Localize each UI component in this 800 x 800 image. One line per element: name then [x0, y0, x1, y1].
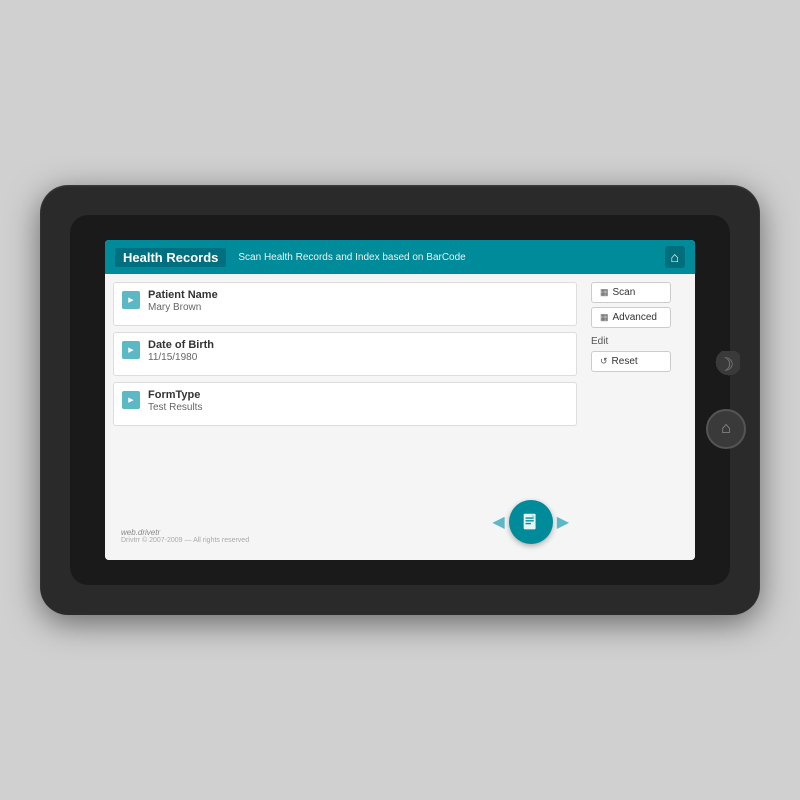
fields-panel: Patient Name Mary Brown Date of Birth 11…	[105, 274, 585, 560]
brand-copyright: web.drivetr Drivtrr © 2007-2009 — All ri…	[121, 528, 249, 544]
advanced-btn-label: Advanced	[613, 312, 657, 323]
advanced-button[interactable]: ▦ Advanced	[591, 307, 671, 328]
formtype-icon	[122, 391, 140, 409]
screen: Health Records Scan Health Records and I…	[105, 240, 695, 560]
patient-name-row[interactable]: Patient Name Mary Brown	[113, 282, 577, 326]
nav-controls: ◀ ▶	[492, 500, 569, 544]
scan-circle-button[interactable]	[509, 500, 553, 544]
advanced-btn-icon: ▦	[600, 312, 609, 323]
home-button[interactable]: ⌂	[706, 409, 746, 449]
scan-btn-label: Scan	[613, 287, 636, 298]
app-header: Health Records Scan Health Records and I…	[105, 240, 695, 274]
formtype-value: Test Results	[148, 402, 568, 413]
edit-section-label: Edit	[591, 336, 689, 347]
patient-name-value: Mary Brown	[148, 302, 568, 313]
copyright-text: Drivtrr © 2007-2009 — All rights reserve…	[121, 537, 249, 544]
scan-document-icon	[520, 511, 542, 533]
app-subtitle: Scan Health Records and Index based on B…	[238, 252, 664, 263]
brand-name: web.drivetr	[121, 528, 249, 537]
patient-name-label: Patient Name	[148, 289, 568, 301]
dob-content: Date of Birth 11/15/1980	[148, 339, 568, 363]
device-frame: Health Records Scan Health Records and I…	[40, 185, 760, 615]
reset-btn-icon: ↺	[600, 356, 608, 367]
reset-btn-label: Reset	[612, 356, 638, 367]
actions-panel: ▦ Scan ▦ Advanced Edit ↺ Reset	[585, 274, 695, 560]
scan-btn-icon: ▦	[600, 287, 609, 298]
nav-left-arrow[interactable]: ◀	[492, 512, 504, 532]
formtype-row[interactable]: FormType Test Results	[113, 382, 577, 426]
footer-area: web.drivetr Drivtrr © 2007-2009 — All ri…	[121, 500, 569, 544]
scan-button[interactable]: ▦ Scan	[591, 282, 671, 303]
dob-row[interactable]: Date of Birth 11/15/1980	[113, 332, 577, 376]
formtype-content: FormType Test Results	[148, 389, 568, 413]
dob-icon	[122, 341, 140, 359]
dob-value: 11/15/1980	[148, 352, 568, 363]
main-content: Patient Name Mary Brown Date of Birth 11…	[105, 274, 695, 560]
formtype-label: FormType	[148, 389, 568, 401]
nav-right-arrow[interactable]: ▶	[557, 512, 569, 532]
reset-button[interactable]: ↺ Reset	[591, 351, 671, 372]
device-inner: Health Records Scan Health Records and I…	[70, 215, 730, 585]
app-title: Health Records	[115, 248, 226, 267]
patient-name-content: Patient Name Mary Brown	[148, 289, 568, 313]
dob-label: Date of Birth	[148, 339, 568, 351]
patient-name-icon	[122, 291, 140, 309]
moon-button[interactable]	[712, 351, 740, 379]
device-side-controls: ⌂	[706, 351, 746, 449]
header-home-icon[interactable]: ⌂	[665, 246, 685, 268]
